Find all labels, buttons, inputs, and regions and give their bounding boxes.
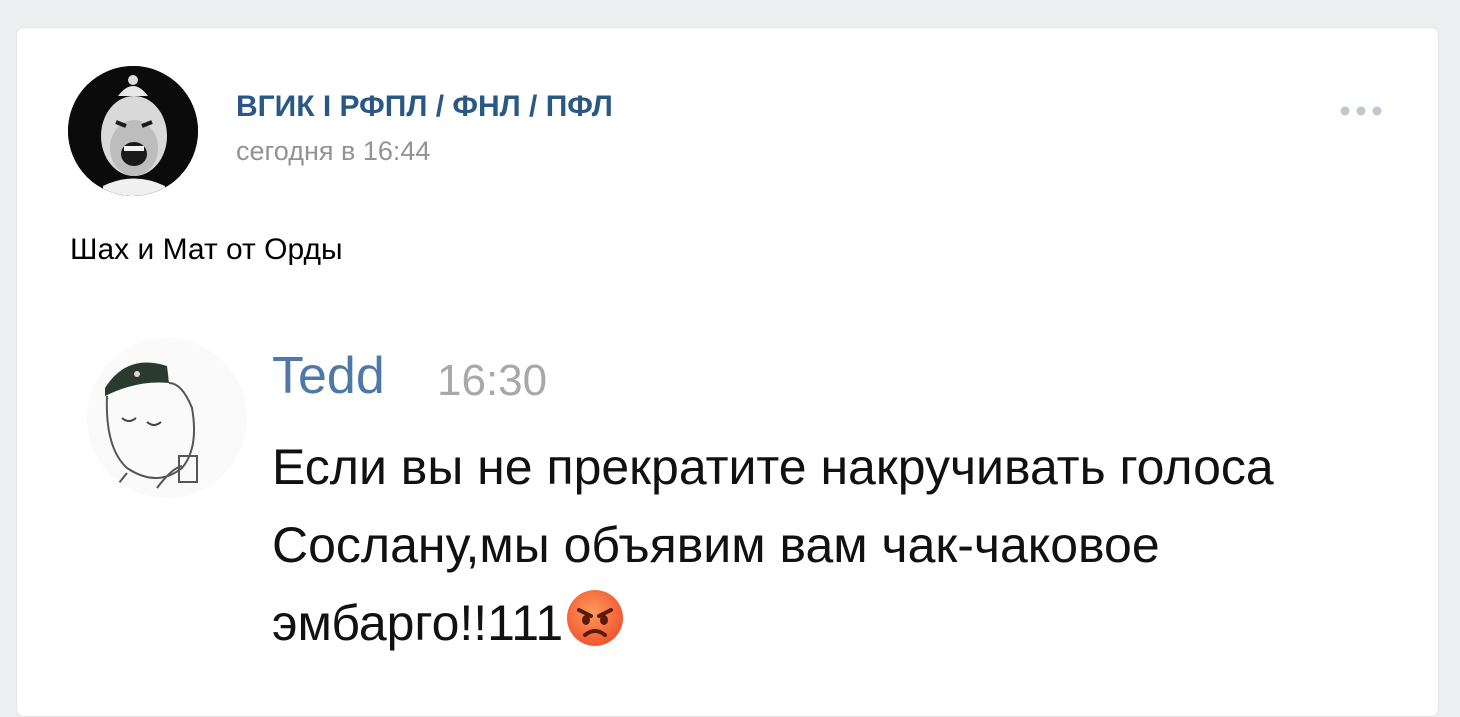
community-name-link[interactable]: ВГИК I РФПЛ / ФНЛ / ПФЛ: [236, 90, 613, 124]
community-avatar[interactable]: [68, 66, 198, 196]
message-author-avatar: [87, 338, 247, 498]
message-text: Если вы не прекратите накручивать голоса…: [272, 428, 1352, 670]
message-text-content: Если вы не прекратите накручивать голоса…: [272, 439, 1274, 651]
post-card: ВГИК I РФПЛ / ФНЛ / ПФЛ сегодня в 16:44 …: [16, 27, 1439, 717]
post-text: Шах и Мат от Орды: [70, 233, 343, 266]
more-dots-icon[interactable]: [1335, 96, 1391, 126]
post-timestamp[interactable]: сегодня в 16:44: [236, 136, 430, 167]
angry-face-emoji: [565, 588, 625, 670]
message-time: 16:30: [437, 356, 548, 405]
message-author-name: Tedd: [272, 347, 385, 405]
